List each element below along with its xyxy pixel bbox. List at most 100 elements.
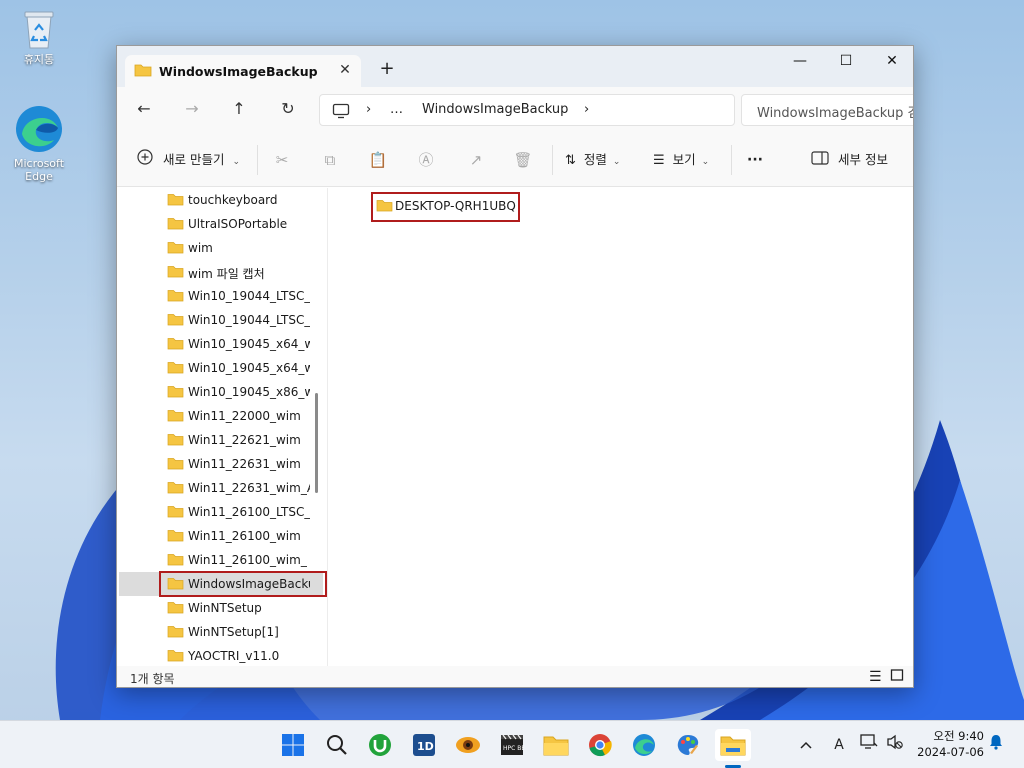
forward-button[interactable]: → <box>177 95 207 125</box>
sidebar-item-label: WinNTSetup <box>188 601 262 615</box>
highlight-box <box>371 192 520 222</box>
file-explorer-icon[interactable] <box>538 729 574 761</box>
refresh-button[interactable]: ↻ <box>273 95 303 125</box>
file-explorer-active-icon[interactable] <box>715 729 751 761</box>
folder-icon <box>167 481 184 497</box>
video-app-icon[interactable]: HPC BE <box>494 729 530 761</box>
svg-text:HPC BE: HPC BE <box>503 745 524 752</box>
ime-indicator[interactable]: A <box>828 734 850 756</box>
view-button[interactable]: ☰ 보기 ⌄ <box>653 148 709 172</box>
sidebar-item[interactable]: Win11_22631_wim <box>119 452 323 476</box>
sidebar-item[interactable]: Win11_22621_wim <box>119 428 323 452</box>
sidebar-item[interactable]: wim 파일 캡처 <box>119 260 323 284</box>
sidebar-item[interactable]: touchkeyboard <box>119 188 323 212</box>
highlight-box <box>159 571 327 597</box>
clock[interactable]: 오전 9:40 2024-07-06 <box>912 728 984 760</box>
sidebar-item-label: Win11_26100_wim_ <box>188 553 307 567</box>
sidebar-item[interactable]: wim <box>119 236 323 260</box>
plus-circle-icon <box>137 148 153 173</box>
sidebar-item[interactable]: Win11_22631_wim_At <box>119 476 323 500</box>
details-view-icon[interactable]: ☰ <box>869 669 882 685</box>
chevron-down-icon: ⌄ <box>232 157 240 167</box>
sidebar-item[interactable]: Win10_19045_x64_wim <box>119 356 323 380</box>
tab-windowsimagebackup[interactable]: WindowsImageBackup ✕ <box>125 55 361 87</box>
new-tab-button[interactable]: + <box>375 58 399 82</box>
details-pane-button[interactable]: 세부 정보 <box>811 148 888 172</box>
sidebar-item[interactable]: Win10_19044_LTSC_x8 <box>119 308 323 332</box>
sidebar-item[interactable]: Win10_19045_x64_wim <box>119 332 323 356</box>
sidebar-item-label: Win10_19045_x64_wim <box>188 361 310 375</box>
sidebar-item-label: YAOCTRI_v11.0 <box>188 649 280 663</box>
sort-button[interactable]: ⇅ 정렬 ⌄ <box>565 148 620 172</box>
folder-icon <box>167 529 184 545</box>
sidebar-item[interactable]: Win11_26100_LTSC_w <box>119 500 323 524</box>
edge-icon <box>14 104 64 154</box>
app-1d-icon[interactable]: 1D <box>406 729 442 761</box>
tab-close-icon[interactable]: ✕ <box>335 60 355 80</box>
navigation-bar: ← → ↑ ↻ › … WindowsImageBackup › Windows… <box>117 87 913 133</box>
share-icon[interactable]: ↗ <box>463 148 489 172</box>
folder-icon <box>167 649 184 665</box>
up-button[interactable]: ↑ <box>224 95 254 125</box>
search-input[interactable]: WindowsImageBackup 검색 <box>741 94 913 126</box>
chrome-icon[interactable] <box>582 729 618 761</box>
sidebar-item[interactable]: Win11_22000_wim <box>119 404 323 428</box>
maximize-button[interactable]: ☐ <box>823 46 869 78</box>
minimize-button[interactable]: — <box>777 46 823 78</box>
copy-icon[interactable]: ⧉ <box>317 148 343 172</box>
toolbar-divider <box>731 145 732 175</box>
sidebar-item[interactable]: Win10_19045_x86_wim <box>119 380 323 404</box>
address-overflow[interactable]: … <box>390 102 403 117</box>
notification-bell-icon[interactable] <box>987 734 1005 756</box>
utorrent-icon[interactable] <box>362 729 398 761</box>
back-button[interactable]: ← <box>129 95 159 125</box>
display-icon[interactable] <box>858 734 880 756</box>
status-bar: 1개 항목 ☰ <box>117 666 913 687</box>
address-separator[interactable]: › <box>584 102 589 117</box>
address-segment-current[interactable]: WindowsImageBackup <box>422 102 568 117</box>
rename-icon[interactable]: Ⓐ <box>413 148 439 172</box>
view-label: 보기 <box>672 152 696 167</box>
search-icon[interactable] <box>319 729 355 761</box>
folder-icon <box>167 505 184 521</box>
folder-icon <box>167 553 184 569</box>
tiles-view-icon[interactable] <box>890 668 904 685</box>
address-bar[interactable]: › … WindowsImageBackup › <box>319 94 735 126</box>
search-placeholder: WindowsImageBackup 검색 <box>757 106 913 121</box>
sidebar-item-label: WinNTSetup[1] <box>188 625 279 639</box>
desktop-icon-recycle-bin[interactable]: 휴지통 <box>4 8 74 66</box>
sidebar-item[interactable]: Win10_19044_LTSC_x6 <box>119 284 323 308</box>
volume-muted-icon[interactable] <box>884 734 906 756</box>
new-button[interactable]: 새로 만들기 ⌄ <box>137 148 240 172</box>
sidebar-item[interactable]: WinNTSetup[1] <box>119 620 323 644</box>
chevron-up-icon[interactable] <box>796 734 816 756</box>
navigation-pane: touchkeyboard UltraISOPortable wim wim 파… <box>117 188 327 666</box>
sidebar-item[interactable]: Win11_26100_wim <box>119 524 323 548</box>
sidebar-item[interactable]: UltraISOPortable <box>119 212 323 236</box>
close-button[interactable]: ✕ <box>869 46 913 78</box>
folder-icon <box>167 361 184 377</box>
clock-date: 2024-07-06 <box>917 745 984 759</box>
address-separator[interactable]: › <box>366 102 371 117</box>
details-label: 세부 정보 <box>837 152 888 167</box>
cut-icon[interactable]: ✂ <box>269 148 295 172</box>
paint-icon[interactable] <box>670 729 706 761</box>
svg-text:1D: 1D <box>417 740 434 753</box>
start-icon[interactable] <box>275 729 311 761</box>
tab-label: WindowsImageBackup <box>159 64 318 79</box>
title-bar: WindowsImageBackup ✕ + — ☐ ✕ <box>117 46 913 87</box>
navigation-scrollbar[interactable] <box>315 393 318 493</box>
more-options-button[interactable]: ··· <box>747 148 763 172</box>
eye-app-icon[interactable] <box>450 729 486 761</box>
sidebar-item[interactable]: Win11_26100_wim_ <box>119 548 323 572</box>
sidebar-item[interactable]: WinNTSetup <box>119 596 323 620</box>
edge-icon[interactable] <box>626 729 662 761</box>
paste-icon[interactable]: 📋 <box>365 148 391 172</box>
chevron-down-icon: ⌄ <box>612 157 621 167</box>
sidebar-item-label: Win11_26100_LTSC_w <box>188 505 310 519</box>
delete-icon[interactable]: 🗑 <box>510 148 536 172</box>
desktop-icon-edge[interactable]: Microsoft Edge <box>4 104 74 183</box>
folder-icon <box>167 289 184 305</box>
sidebar-item-label: Win11_22631_wim_At <box>188 481 310 495</box>
sidebar-item[interactable]: YAOCTRI_v11.0 <box>119 644 323 666</box>
